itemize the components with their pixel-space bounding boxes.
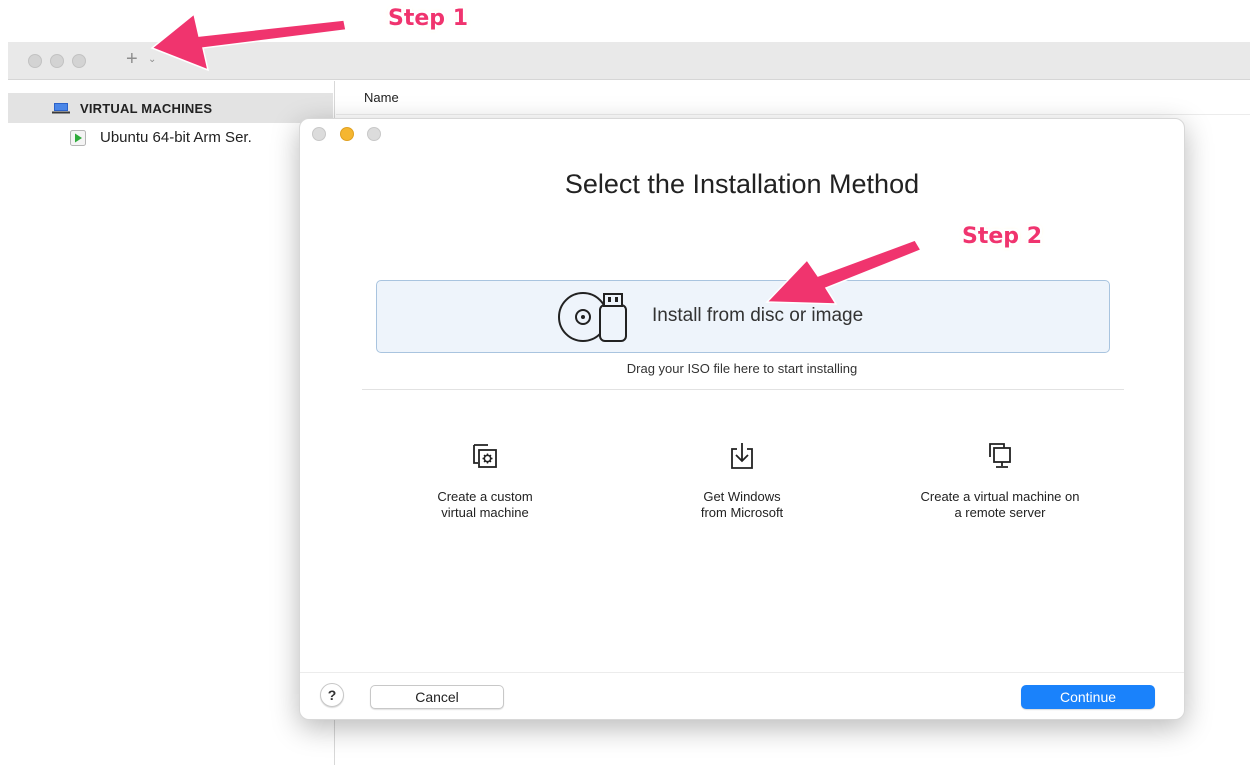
install-label: Install from disc or image <box>652 305 864 326</box>
installation-method-dialog: Select the Installation Method Install f… <box>299 118 1185 720</box>
option-label-line2: a remote server <box>954 505 1046 520</box>
close-window-button[interactable] <box>28 54 42 68</box>
titlebar: + ⌄ <box>8 42 1250 80</box>
help-button[interactable]: ? <box>320 683 344 707</box>
option-remote-server[interactable]: Create a virtual machine on a remote ser… <box>880 441 1120 521</box>
vm-play-icon <box>70 130 86 146</box>
option-custom-vm[interactable]: Create a custom virtual machine <box>365 441 605 521</box>
option-get-windows[interactable]: Get Windows from Microsoft <box>622 441 862 521</box>
footer-divider <box>300 672 1184 673</box>
step2-label: Step 2 <box>962 224 1042 249</box>
laptop-icon <box>52 103 70 114</box>
dialog-zoom-button[interactable] <box>367 127 381 141</box>
divider <box>362 389 1124 390</box>
option-label: Create a virtual machine on a remote ser… <box>880 489 1120 521</box>
option-label: Create a custom virtual machine <box>365 489 605 521</box>
sidebar-item-label: Ubuntu 64-bit Arm Ser. <box>100 129 252 146</box>
minimize-window-button[interactable] <box>50 54 64 68</box>
custom-vm-icon <box>473 444 497 468</box>
option-label-line1: Get Windows <box>703 489 781 504</box>
dialog-title: Select the Installation Method <box>564 169 920 199</box>
continue-button[interactable]: Continue <box>1021 685 1155 709</box>
cancel-button[interactable]: Cancel <box>370 685 504 709</box>
chevron-down-icon[interactable]: ⌄ <box>148 54 156 65</box>
dialog-minimize-button[interactable] <box>340 127 354 141</box>
disc-usb-icon <box>558 292 627 342</box>
list-header: Name <box>336 81 1250 115</box>
option-label: Get Windows from Microsoft <box>622 489 862 521</box>
option-label-line1: Create a custom <box>437 489 533 504</box>
drag-hint: Drag your ISO file here to start install… <box>626 361 858 376</box>
sidebar: VIRTUAL MACHINES Ubuntu 64-bit Arm Ser. <box>8 81 335 765</box>
install-from-disc-button[interactable]: Install from disc or image <box>376 280 1110 353</box>
option-label-line2: from Microsoft <box>700 505 784 520</box>
column-name-header[interactable]: Name <box>364 90 399 105</box>
dialog-close-button[interactable] <box>312 127 326 141</box>
download-icon <box>731 443 753 469</box>
option-label-line1: Create a virtual machine on <box>920 489 1080 504</box>
zoom-window-button[interactable] <box>72 54 86 68</box>
add-vm-button[interactable]: + <box>126 48 138 71</box>
sidebar-section-label: VIRTUAL MACHINES <box>80 101 213 116</box>
sidebar-section-virtual-machines[interactable]: VIRTUAL MACHINES <box>8 93 333 123</box>
remote-server-icon <box>989 443 1011 468</box>
step1-label: Step 1 <box>388 6 468 31</box>
option-label-line2: virtual machine <box>441 505 529 520</box>
sidebar-item-ubuntu[interactable]: Ubuntu 64-bit Arm Ser. <box>70 125 330 151</box>
